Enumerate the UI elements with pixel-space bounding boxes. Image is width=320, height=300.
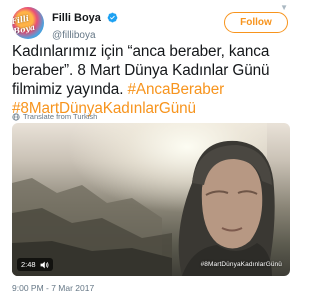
video-watermark: #8MartDünyaKadınlarGünü (200, 261, 282, 268)
video-duration-text: 2:48 (21, 260, 36, 269)
tweet-header: Filli Boya Filli Boya @filliboya ▼ Follo… (12, 3, 288, 41)
follow-button[interactable]: Follow (224, 12, 288, 33)
tweet-timestamp[interactable]: 9:00 PM - 7 Mar 2017 (12, 283, 94, 293)
tweet-text-segment: filmimiz yayında. (12, 81, 128, 98)
avatar-logo: Filli Boya (12, 12, 36, 37)
tweet-text-line: Kadınlarımız için “anca beraber, kanca (12, 43, 270, 60)
tweet-text-line: beraber”. 8 Mart Dünya Kadınlar Günü (12, 62, 270, 79)
verified-badge-icon (108, 12, 118, 23)
author-info: Filli Boya @filliboya (52, 9, 118, 41)
chevron-down-icon[interactable]: ▼ (280, 3, 288, 12)
globe-icon (12, 112, 20, 121)
video-player[interactable]: 2:48 #8MartDünyaKadınlarGünü (12, 123, 290, 276)
user-handle[interactable]: @filliboya (52, 30, 118, 41)
tweet-text: Kadınlarımız için “anca beraber, kanca b… (12, 42, 292, 118)
video-person (178, 140, 275, 276)
volume-icon[interactable] (40, 261, 49, 269)
hashtag-link[interactable]: #AncaBeraber (128, 81, 225, 98)
translate-label: Translate from Turkish (23, 112, 98, 121)
translate-link[interactable]: Translate from Turkish (12, 112, 97, 121)
tweet-text-line: filmimiz yayında. #AncaBeraber (12, 80, 292, 99)
display-name[interactable]: Filli Boya (52, 12, 101, 24)
video-duration: 2:48 (17, 258, 53, 271)
avatar[interactable]: Filli Boya (12, 7, 44, 39)
